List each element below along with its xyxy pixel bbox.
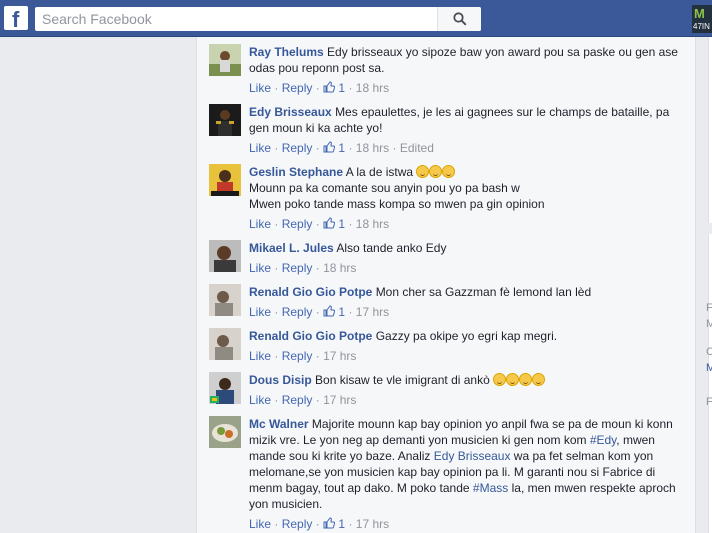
- timestamp[interactable]: 18 hrs: [356, 81, 389, 95]
- comment-text: A la de istwa: [345, 165, 414, 179]
- comment-text: Gazzy pa okipe yo egri kap megri.: [375, 329, 558, 343]
- smile-emoji-icon: [493, 373, 507, 386]
- comment-actions: Like · Reply · 17 hrs: [249, 393, 357, 407]
- reply-link[interactable]: Reply: [282, 305, 313, 319]
- avatar[interactable]: [209, 284, 241, 316]
- reply-link[interactable]: Reply: [282, 517, 313, 531]
- comment-actions: Like · Reply · 1 · 18 hrs · Edited: [249, 141, 434, 155]
- comment-text: Mounn pa ka comante sou anyin pou yo pa …: [249, 181, 520, 195]
- timestamp[interactable]: 18 hrs: [323, 261, 356, 275]
- edited-label[interactable]: Edited: [400, 141, 434, 155]
- commenter-name[interactable]: Renald Gio Gio Potpe: [249, 285, 372, 299]
- comment-actions: Like · Reply · 1 · 18 hrs: [249, 217, 390, 231]
- laughing-emoji-icon: [416, 165, 430, 178]
- search-box: [35, 7, 481, 31]
- like-thumb-icon: [323, 305, 336, 317]
- right-fragment[interactable]: M: [706, 362, 712, 374]
- avatar[interactable]: [209, 240, 241, 272]
- comment-text: Also tande anko Edy: [336, 241, 447, 255]
- search-input[interactable]: [35, 7, 435, 31]
- timestamp[interactable]: 18 hrs: [356, 217, 389, 231]
- search-button[interactable]: [437, 7, 481, 31]
- comment-actions: Like · Reply · 1 · 17 hrs: [249, 517, 390, 531]
- commenter-name[interactable]: Edy Brisseaux: [249, 105, 332, 119]
- comment-body: Edy Brisseaux Mes epaulettes, je les ai …: [249, 104, 689, 136]
- comment-text: Mwen poko tande mass kompa so mwen pa gi…: [249, 197, 545, 211]
- avatar[interactable]: [209, 372, 241, 404]
- like-link[interactable]: Like: [249, 349, 271, 363]
- like-link[interactable]: Like: [249, 261, 271, 275]
- commenter-name[interactable]: Dous Disip: [249, 373, 312, 387]
- comment-body: Geslin Stephane A la de istwa Mounn pa k…: [249, 164, 689, 212]
- like-count[interactable]: 1: [338, 81, 345, 95]
- like-count[interactable]: 1: [338, 305, 345, 319]
- avatar[interactable]: [209, 44, 241, 76]
- comment-body: Ray Thelums Edy brisseaux yo sipoze baw …: [249, 44, 689, 76]
- smile-emoji-icon: [519, 373, 533, 386]
- smile-emoji-icon: [532, 373, 546, 386]
- like-link[interactable]: Like: [249, 305, 271, 319]
- comment-text: Bon kisaw te vle imigrant di ankò: [315, 373, 490, 387]
- hashtag-link[interactable]: #Edy: [590, 433, 616, 447]
- commenter-name[interactable]: Renald Gio Gio Potpe: [249, 329, 372, 343]
- timestamp[interactable]: 18 hrs: [356, 141, 389, 155]
- like-count[interactable]: 1: [338, 217, 345, 231]
- timestamp[interactable]: 17 hrs: [356, 517, 389, 531]
- avatar[interactable]: [209, 164, 241, 196]
- like-count[interactable]: 1: [338, 517, 345, 531]
- search-icon: [453, 12, 467, 26]
- mention-link[interactable]: Edy Brisseaux: [434, 449, 511, 463]
- reply-link[interactable]: Reply: [282, 349, 313, 363]
- right-fragment: M: [706, 318, 712, 330]
- reply-link[interactable]: Reply: [282, 393, 313, 407]
- like-link[interactable]: Like: [249, 217, 271, 231]
- comment-body: Dous Disip Bon kisaw te vle imigrant di …: [249, 372, 689, 388]
- like-link[interactable]: Like: [249, 81, 271, 95]
- comment-actions: Like · Reply · 1 · 17 hrs: [249, 305, 390, 319]
- timestamp[interactable]: 17 hrs: [356, 305, 389, 319]
- right-fragment: C: [706, 346, 712, 358]
- commenter-name[interactable]: Mikael L. Jules: [249, 241, 334, 255]
- timestamp[interactable]: 17 hrs: [323, 393, 356, 407]
- commenter-name[interactable]: Ray Thelums: [249, 45, 324, 59]
- like-thumb-icon: [323, 141, 336, 153]
- page-badge[interactable]: M 47IN: [692, 5, 712, 33]
- right-card: [708, 37, 712, 223]
- right-fragment: F: [706, 396, 712, 408]
- comment-text: Mon cher sa Gazzman fè lemond lan lèd: [375, 285, 592, 299]
- like-thumb-icon: [323, 81, 336, 93]
- like-thumb-icon: [323, 217, 336, 229]
- hashtag-link[interactable]: #Mass: [473, 481, 508, 495]
- comment-body: Mikael L. Jules Also tande anko Edy: [249, 240, 689, 256]
- like-thumb-icon: [323, 517, 336, 529]
- commenter-name[interactable]: Geslin Stephane: [249, 165, 343, 179]
- right-card: [708, 234, 712, 533]
- smile-emoji-icon: [506, 373, 520, 386]
- avatar[interactable]: [209, 416, 241, 448]
- reply-link[interactable]: Reply: [282, 261, 313, 275]
- comment-body: Renald Gio Gio Potpe Gazzy pa okipe yo e…: [249, 328, 689, 344]
- laughing-emoji-icon: [442, 165, 456, 178]
- comment-feed: Ray Thelums Edy brisseaux yo sipoze baw …: [196, 37, 696, 533]
- avatar[interactable]: [209, 104, 241, 136]
- reply-link[interactable]: Reply: [282, 141, 313, 155]
- comment-actions: Like · Reply · 18 hrs: [249, 261, 357, 275]
- comment-body: Mc Walner Majorite mounn kap bay opinion…: [249, 416, 689, 512]
- commenter-name[interactable]: Mc Walner: [249, 417, 309, 431]
- comment-actions: Like · Reply · 17 hrs: [249, 349, 357, 363]
- like-count[interactable]: 1: [338, 141, 345, 155]
- right-fragment: F: [706, 302, 712, 314]
- like-link[interactable]: Like: [249, 517, 271, 531]
- timestamp[interactable]: 17 hrs: [323, 349, 356, 363]
- facebook-logo[interactable]: f: [4, 6, 28, 32]
- top-bar: f M 47IN: [0, 0, 712, 37]
- like-link[interactable]: Like: [249, 141, 271, 155]
- laughing-emoji-icon: [429, 165, 443, 178]
- comment-body: Renald Gio Gio Potpe Mon cher sa Gazzman…: [249, 284, 689, 300]
- comment-actions: Like · Reply · 1 · 18 hrs: [249, 81, 390, 95]
- like-link[interactable]: Like: [249, 393, 271, 407]
- avatar[interactable]: [209, 328, 241, 360]
- reply-link[interactable]: Reply: [282, 81, 313, 95]
- reply-link[interactable]: Reply: [282, 217, 313, 231]
